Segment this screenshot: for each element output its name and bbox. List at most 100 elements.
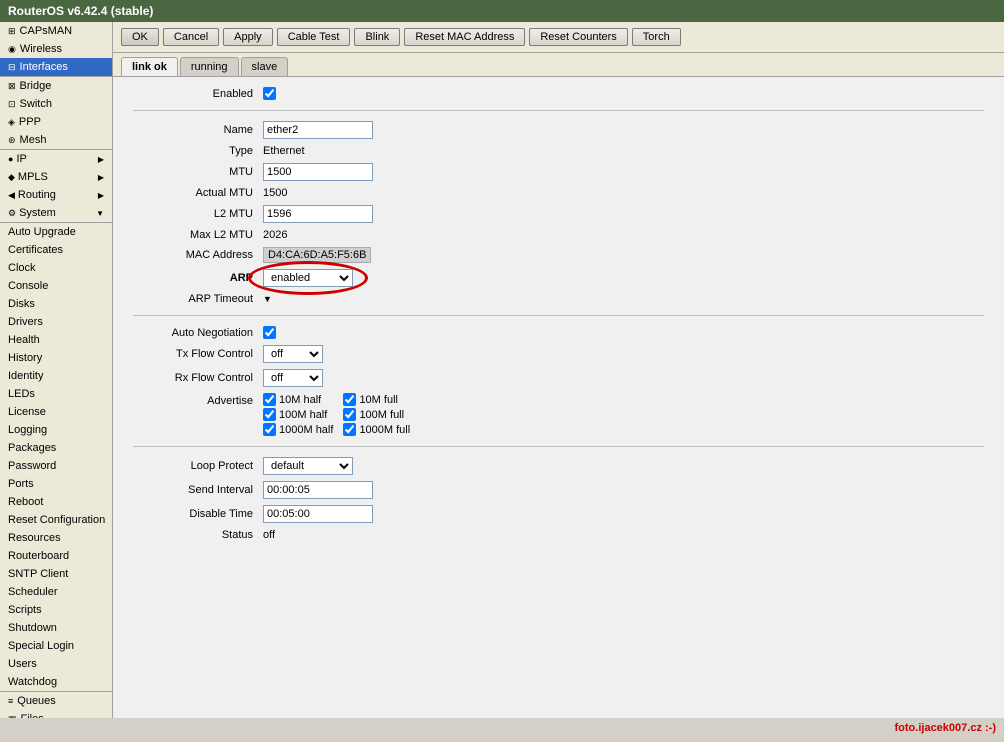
max-l2-mtu-label: Max L2 MTU — [133, 229, 263, 241]
sidebar-item-system[interactable]: ⚙ System ▼ — [0, 204, 112, 222]
sidebar-item-label: Wireless — [20, 43, 62, 55]
content-area: Enabled Name Type Ethernet MTU — [113, 77, 1004, 718]
advertise-100m-full-checkbox[interactable] — [343, 408, 356, 421]
sidebar-item-label: Logging — [8, 424, 47, 436]
enabled-checkbox[interactable] — [263, 87, 276, 100]
reset-mac-button[interactable]: Reset MAC Address — [404, 28, 525, 46]
advertise-10m-half: 10M half — [263, 393, 333, 406]
tx-flow-control-select[interactable]: off on — [263, 345, 323, 363]
sidebar-item-mesh[interactable]: ⊛ Mesh — [0, 131, 112, 149]
send-interval-label: Send Interval — [133, 484, 263, 496]
rx-flow-control-select[interactable]: off on — [263, 369, 323, 387]
arp-timeout-group: ARP Timeout ▼ — [133, 293, 984, 305]
sidebar-item-special-login[interactable]: Special Login — [0, 637, 112, 655]
sidebar-item-health[interactable]: Health — [0, 331, 112, 349]
auto-negotiation-group: Auto Negotiation — [133, 326, 984, 339]
sidebar-item-password[interactable]: Password — [0, 457, 112, 475]
mpls-arrow-icon: ▶ — [98, 173, 104, 182]
sidebar: ⊞ CAPsMAN ◉ Wireless ⊟ Interfaces ⊠ Brid… — [0, 22, 113, 718]
sidebar-item-label: Mesh — [20, 134, 47, 146]
sidebar-item-users[interactable]: Users — [0, 655, 112, 673]
mac-address-group: MAC Address D4:CA:6D:A5:F5:6B — [133, 247, 984, 263]
tab-running[interactable]: running — [180, 57, 239, 76]
sidebar-item-packages[interactable]: Packages — [0, 439, 112, 457]
sidebar-item-drivers[interactable]: Drivers — [0, 313, 112, 331]
sidebar-item-label: System — [19, 207, 56, 219]
sidebar-item-files[interactable]: ▣ Files — [0, 710, 112, 718]
sidebar-item-license[interactable]: License — [0, 403, 112, 421]
sidebar-item-clock[interactable]: Clock — [0, 259, 112, 277]
cancel-button[interactable]: Cancel — [163, 28, 219, 46]
sidebar-item-switch[interactable]: ⊡ Switch — [0, 95, 112, 113]
sidebar-item-auto-upgrade[interactable]: Auto Upgrade — [0, 223, 112, 241]
sidebar-item-identity[interactable]: Identity — [0, 367, 112, 385]
sidebar-item-certificates[interactable]: Certificates — [0, 241, 112, 259]
arp-group: ARP enabled disabled proxy-arp reply-onl… — [133, 269, 984, 287]
advertise-10m-full-checkbox[interactable] — [343, 393, 356, 406]
max-l2-mtu-group: Max L2 MTU 2026 — [133, 229, 984, 241]
sidebar-item-sntp-client[interactable]: SNTP Client — [0, 565, 112, 583]
sidebar-item-label: Packages — [8, 442, 56, 454]
sidebar-item-disks[interactable]: Disks — [0, 295, 112, 313]
advertise-100m-full-label: 100M full — [359, 409, 404, 421]
advertise-100m-half: 100M half — [263, 408, 333, 421]
sidebar-item-scheduler[interactable]: Scheduler — [0, 583, 112, 601]
wireless-icon: ◉ — [8, 44, 16, 55]
queues-icon: ≡ — [8, 696, 13, 706]
sidebar-item-bridge[interactable]: ⊠ Bridge — [0, 77, 112, 95]
reset-counters-button[interactable]: Reset Counters — [529, 28, 627, 46]
loop-protect-select[interactable]: default on off — [263, 457, 353, 475]
sidebar-item-logging[interactable]: Logging — [0, 421, 112, 439]
send-interval-input[interactable] — [263, 481, 373, 499]
cable-test-button[interactable]: Cable Test — [277, 28, 351, 46]
app-title: RouterOS v6.42.4 (stable) — [8, 4, 153, 18]
advertise-1000m-full-checkbox[interactable] — [343, 423, 356, 436]
name-input[interactable] — [263, 121, 373, 139]
advertise-100m-half-checkbox[interactable] — [263, 408, 276, 421]
actual-mtu-label: Actual MTU — [133, 187, 263, 199]
sidebar-item-queues[interactable]: ≡ Queues — [0, 692, 112, 710]
toolbar: OK Cancel Apply Cable Test Blink Reset M… — [113, 22, 1004, 53]
torch-button[interactable]: Torch — [632, 28, 681, 46]
sidebar-item-interfaces[interactable]: ⊟ Interfaces — [0, 58, 112, 76]
sidebar-item-reset-configuration[interactable]: Reset Configuration — [0, 511, 112, 529]
tab-link-ok[interactable]: link ok — [121, 57, 178, 76]
sidebar-item-reboot[interactable]: Reboot — [0, 493, 112, 511]
sidebar-item-ppp[interactable]: ◈ PPP — [0, 113, 112, 131]
mtu-input[interactable] — [263, 163, 373, 181]
sidebar-item-scripts[interactable]: Scripts — [0, 601, 112, 619]
l2-mtu-input[interactable] — [263, 205, 373, 223]
sidebar-item-wireless[interactable]: ◉ Wireless — [0, 40, 112, 58]
advertise-1000m-half-label: 1000M half — [279, 424, 333, 436]
sidebar-item-watchdog[interactable]: Watchdog — [0, 673, 112, 691]
sidebar-item-label: Identity — [8, 370, 43, 382]
arp-select[interactable]: enabled disabled proxy-arp reply-only lo… — [263, 269, 353, 287]
sidebar-item-routerboard[interactable]: Routerboard — [0, 547, 112, 565]
auto-negotiation-checkbox[interactable] — [263, 326, 276, 339]
sidebar-item-label: Routing — [18, 189, 56, 201]
sidebar-item-resources[interactable]: Resources — [0, 529, 112, 547]
sidebar-item-ip[interactable]: ● IP ▶ — [0, 150, 112, 168]
sidebar-item-console[interactable]: Console — [0, 277, 112, 295]
disable-time-input[interactable] — [263, 505, 373, 523]
sidebar-item-mpls[interactable]: ◆ MPLS ▶ — [0, 168, 112, 186]
status-label: Status — [133, 529, 263, 541]
sidebar-item-history[interactable]: History — [0, 349, 112, 367]
apply-button[interactable]: Apply — [223, 28, 273, 46]
advertise-1000m-half-checkbox[interactable] — [263, 423, 276, 436]
disable-time-label: Disable Time — [133, 508, 263, 520]
advertise-10m-half-checkbox[interactable] — [263, 393, 276, 406]
sidebar-item-leds[interactable]: LEDs — [0, 385, 112, 403]
sidebar-item-shutdown[interactable]: Shutdown — [0, 619, 112, 637]
sidebar-item-ports[interactable]: Ports — [0, 475, 112, 493]
ok-button[interactable]: OK — [121, 28, 159, 46]
blink-button[interactable]: Blink — [354, 28, 400, 46]
sidebar-item-routing[interactable]: ◀ Routing ▶ — [0, 186, 112, 204]
sidebar-item-label: Shutdown — [8, 622, 57, 634]
status-value: off — [263, 529, 275, 541]
routing-icon: ◀ — [8, 190, 15, 201]
loop-protect-label: Loop Protect — [133, 460, 263, 472]
rx-flow-control-label: Rx Flow Control — [133, 372, 263, 384]
tab-slave[interactable]: slave — [241, 57, 289, 76]
sidebar-item-capsman[interactable]: ⊞ CAPsMAN — [0, 22, 112, 40]
